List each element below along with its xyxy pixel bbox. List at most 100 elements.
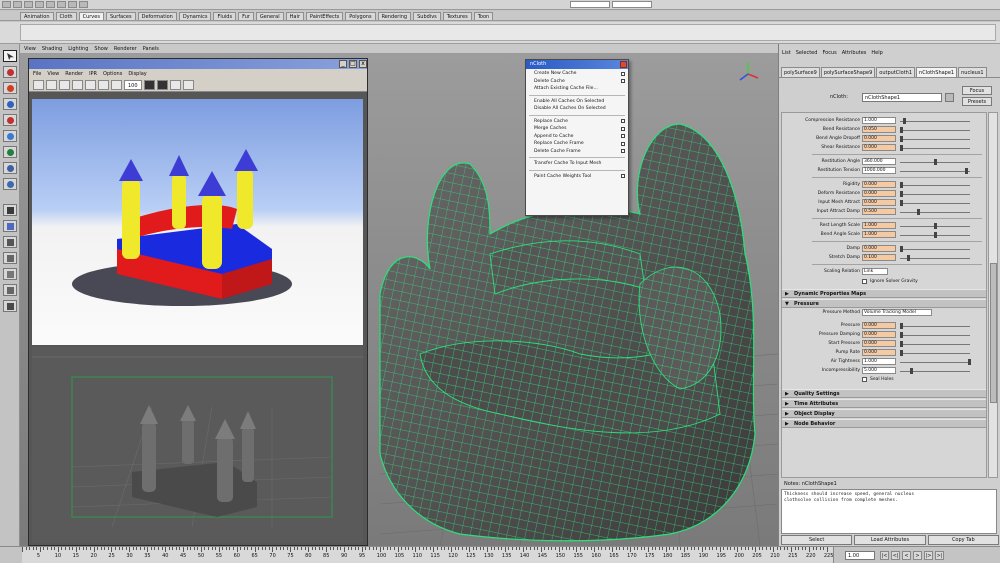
go-to-start-icon[interactable]: |< (880, 551, 889, 560)
attribute-slider[interactable] (900, 212, 970, 213)
attribute-value-field[interactable]: 0.000 (862, 245, 896, 252)
view-cube-axes-icon[interactable] (739, 62, 759, 81)
panel-menu-view[interactable]: View (24, 46, 36, 52)
attribute-slider[interactable] (900, 203, 970, 204)
attribute-value-field[interactable]: 0.000 (862, 322, 896, 329)
refresh-icon[interactable] (59, 79, 70, 90)
save-scene-icon[interactable] (24, 1, 33, 8)
slider-handle[interactable] (934, 159, 937, 165)
render-menu-options[interactable]: Options (103, 71, 122, 77)
attribute-value-field[interactable]: 1.000 (862, 231, 896, 238)
shelf-tab-curves[interactable]: Curves (78, 12, 104, 20)
panel-menu-shading[interactable]: Shading (42, 46, 62, 52)
attribute-value-field[interactable]: 0.000 (862, 135, 896, 142)
ae-tab[interactable]: polySurface9 (781, 67, 820, 77)
go-to-end-icon[interactable]: >| (935, 551, 944, 560)
attribute-value-field[interactable]: 1.000 (862, 222, 896, 229)
menu-item[interactable]: Delete Cache (526, 78, 628, 86)
snap-curve-icon[interactable] (57, 1, 66, 8)
render-icon[interactable] (68, 1, 77, 8)
close-menu-icon[interactable] (620, 61, 627, 68)
ipr-render-icon[interactable] (79, 1, 88, 8)
shelf-tab-surfaces[interactable]: Surfaces (105, 12, 136, 20)
attribute-value-field[interactable]: 0.000 (862, 199, 896, 206)
menu-item[interactable]: Create New Cache (526, 70, 628, 78)
attribute-slider[interactable] (900, 335, 970, 336)
attribute-section-header[interactable]: ▶ Object Display (782, 409, 986, 418)
attribute-dropdown[interactable]: Volume Tracking Model (862, 309, 932, 316)
attribute-slider[interactable] (900, 362, 970, 363)
menu-item[interactable]: Disable All Caches On Selected (526, 105, 628, 113)
step-back-icon[interactable]: <| (891, 551, 900, 560)
keep-image-icon[interactable] (98, 79, 109, 90)
focus-button[interactable]: Focus (962, 86, 992, 95)
copy-tab-button[interactable]: Copy Tab (927, 535, 999, 545)
play-back-icon[interactable]: < (902, 551, 911, 560)
layout-two-icon[interactable] (3, 236, 17, 248)
slider-handle[interactable] (900, 323, 903, 329)
option-box-icon[interactable] (621, 71, 625, 76)
slider-handle[interactable] (964, 168, 968, 174)
shelf-tab-textures[interactable]: Textures (442, 12, 472, 20)
attribute-value-field[interactable]: 0.000 (862, 349, 896, 356)
snapshot-icon[interactable] (85, 79, 96, 90)
slider-handle[interactable] (900, 191, 903, 197)
option-box-icon[interactable] (621, 119, 625, 123)
render-view-title-bar[interactable]: _ □ x (29, 59, 367, 69)
option-box-icon[interactable] (621, 126, 625, 131)
attribute-value-field[interactable]: 1.000 (862, 117, 896, 124)
slider-handle[interactable] (900, 332, 903, 338)
attribute-section-header[interactable]: ▶ Quality Settings (782, 389, 986, 398)
shelf-tab-fur[interactable]: Fur (238, 12, 254, 20)
attribute-section-header[interactable]: ▶ Node Behavior (782, 419, 986, 428)
attribute-slider[interactable] (900, 148, 970, 149)
fit-image-icon[interactable] (182, 79, 194, 90)
attribute-value-field[interactable]: 1000.000 (862, 167, 896, 174)
shelf-tab-animation[interactable]: Animation (20, 12, 54, 20)
redo-render-icon[interactable] (33, 79, 44, 90)
attribute-value-field[interactable]: 0.000 (862, 144, 896, 151)
panel-menu-lighting[interactable]: Lighting (68, 46, 88, 52)
option-box-icon[interactable] (621, 149, 625, 153)
shelf-tab-fluids[interactable]: Fluids (213, 12, 237, 20)
shelf-tab-painteffects[interactable]: PaintEffects (305, 12, 344, 20)
time-slider-ruler[interactable]: 5 10 15 20 25 30 35 40 45 50 55 60 65 70 75 80 85 90 95 100… (22, 547, 834, 563)
new-scene-icon[interactable] (2, 1, 11, 8)
ae-tab[interactable]: outputCloth1 (876, 67, 916, 77)
checkbox[interactable] (862, 279, 867, 284)
go-to-input-icon[interactable] (945, 93, 954, 102)
open-scene-icon[interactable] (13, 1, 22, 8)
select-tool-icon[interactable] (3, 50, 17, 62)
menu-item[interactable]: Transfer Cache To Input Mesh (526, 160, 628, 168)
render-menu-render[interactable]: Render (65, 71, 83, 77)
menu-item[interactable]: Append to Cache (526, 133, 628, 141)
ae-menu-help[interactable]: Help (871, 50, 882, 56)
lasso-tool-icon[interactable] (3, 66, 17, 78)
slider-handle[interactable] (934, 232, 937, 238)
slider-handle[interactable] (900, 127, 903, 133)
play-forward-icon[interactable]: > (913, 551, 922, 560)
menu-item[interactable]: Replace Cache Frame (526, 140, 628, 148)
quick-select-field[interactable] (570, 1, 610, 8)
shelf-tab-subdivs[interactable]: Subdivs (413, 12, 441, 20)
slider-handle[interactable] (910, 368, 914, 374)
attribute-value-field[interactable]: 360.000 (862, 158, 896, 165)
menu-item[interactable]: Merge Caches (526, 125, 628, 133)
zoom-field[interactable]: 100 (124, 79, 142, 90)
shelf-tab-dynamics[interactable]: Dynamics (178, 12, 212, 20)
ae-menu-attributes[interactable]: Attributes (842, 50, 867, 56)
move-tool-icon[interactable] (3, 98, 17, 110)
shelf-tab-rendering[interactable]: Rendering (377, 12, 412, 20)
attribute-slider[interactable] (900, 249, 970, 250)
ae-tab[interactable]: nucleus1 (958, 67, 987, 77)
option-box-icon[interactable] (621, 174, 625, 178)
layout-graph-icon[interactable] (3, 268, 17, 280)
attribute-slider[interactable] (900, 326, 970, 327)
layout-four-icon[interactable] (3, 220, 17, 232)
render-menu-display[interactable]: Display (128, 71, 146, 77)
input-line-field[interactable] (612, 1, 652, 8)
load-attributes-button[interactable]: Load Attributes (854, 535, 926, 545)
slider-handle[interactable] (906, 255, 910, 261)
render-menu-view[interactable]: View (47, 71, 59, 77)
node-name-field[interactable]: nClothShape1 (862, 93, 942, 102)
